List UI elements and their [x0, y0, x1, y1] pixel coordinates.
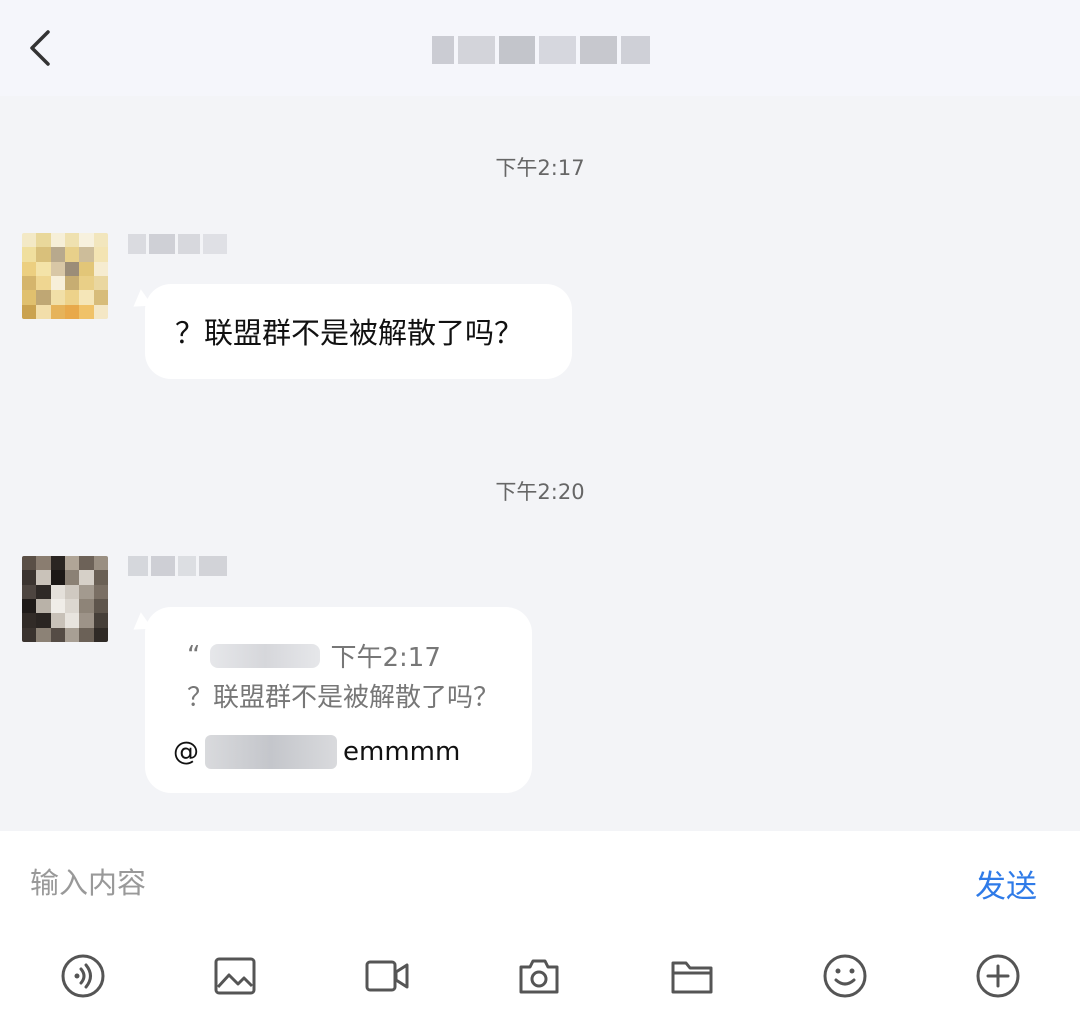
sender-name-redacted: [128, 234, 227, 254]
chat-area[interactable]: 下午2:17 ？联盟群不是被解散了吗？ 下午2:20 “ 下午2:17 ？联盟群…: [0, 96, 1080, 831]
reply-line: @ emmmm: [173, 735, 460, 769]
quoted-message-text: ？联盟群不是被解散了吗？: [187, 683, 500, 713]
chat-title-redacted: [432, 26, 650, 74]
bubble-tail: [127, 289, 153, 315]
message-timestamp: 下午2:17: [495, 156, 585, 180]
message-text: ？联盟群不是被解散了吗？: [175, 316, 524, 350]
message-timestamp: 下午2:20: [495, 480, 585, 504]
emoji-button[interactable]: [820, 951, 870, 1001]
quote-mark: “: [187, 640, 201, 671]
avatar[interactable]: [22, 556, 108, 642]
quoted-message-header: “ 下午2:17: [187, 637, 441, 674]
avatar[interactable]: [22, 233, 108, 319]
bubble-tail: [127, 612, 153, 638]
image-icon: [214, 957, 256, 995]
mentioned-user-redacted[interactable]: [205, 735, 337, 769]
quoted-time: 下午2:17: [330, 643, 441, 673]
send-button[interactable]: 发送: [975, 861, 1037, 906]
video-button[interactable]: [362, 951, 412, 1001]
plus-icon: [976, 954, 1020, 998]
emoji-icon: [823, 954, 867, 998]
camera-button[interactable]: [514, 951, 564, 1001]
message-bubble[interactable]: “ 下午2:17 ？联盟群不是被解散了吗？ @ emmmm: [127, 607, 532, 793]
voice-icon: [61, 954, 105, 998]
camera-icon: [519, 959, 559, 994]
top-bar: [0, 0, 1080, 96]
chevron-left-icon: [30, 30, 50, 66]
image-button[interactable]: [210, 951, 260, 1001]
message-input[interactable]: [30, 861, 930, 905]
composer: 发送: [0, 831, 1080, 1016]
video-icon: [365, 960, 409, 992]
quoted-sender-redacted: [210, 643, 321, 668]
sender-name-redacted: [128, 556, 227, 576]
reply-text: emmmm: [343, 737, 461, 767]
more-button[interactable]: [973, 951, 1023, 1001]
message-bubble[interactable]: ？联盟群不是被解散了吗？: [127, 284, 572, 379]
folder-icon: [671, 961, 713, 994]
voice-button[interactable]: [58, 951, 108, 1001]
back-button[interactable]: [20, 24, 60, 72]
mention-prefix: @: [173, 737, 199, 767]
file-button[interactable]: [667, 951, 717, 1001]
